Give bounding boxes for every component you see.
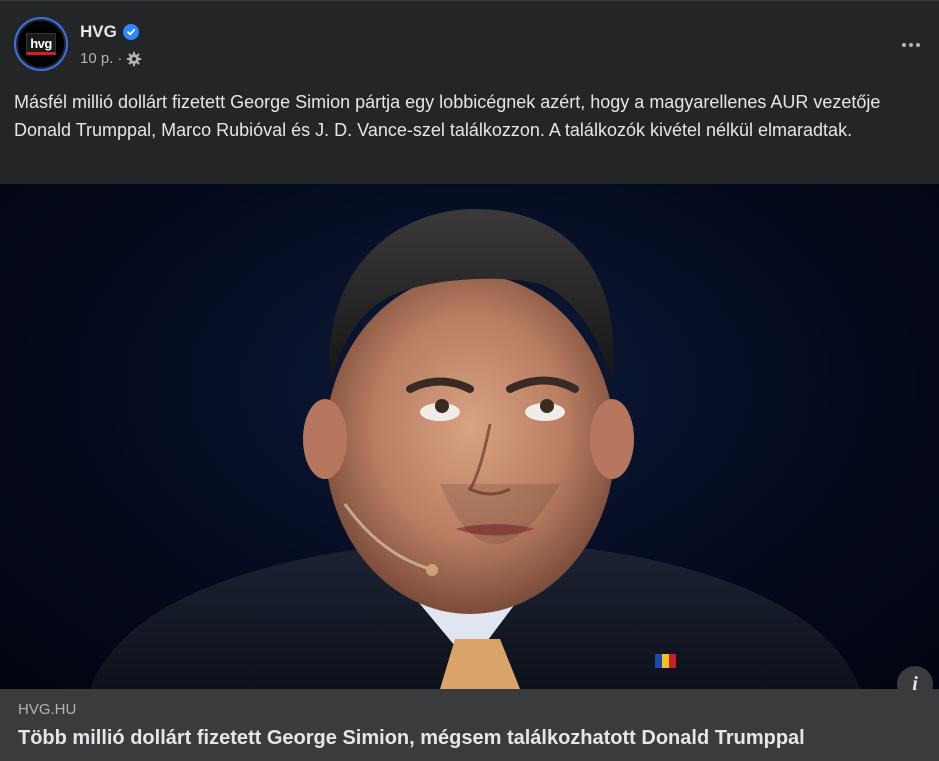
timestamp[interactable]: 10 p. bbox=[80, 50, 113, 67]
info-button[interactable]: i bbox=[897, 666, 933, 702]
post-header: hvg HVG 10 p. · bbox=[14, 17, 925, 73]
post-meta: 10 p. · bbox=[80, 50, 142, 67]
dot-icon bbox=[909, 43, 913, 47]
author-row: HVG bbox=[80, 22, 139, 42]
more-options-button[interactable] bbox=[897, 31, 925, 59]
hvg-logo: hvg bbox=[26, 33, 56, 55]
author-name[interactable]: HVG bbox=[80, 22, 117, 42]
verified-badge-icon bbox=[122, 24, 139, 40]
avatar-logo: hvg bbox=[16, 19, 66, 69]
avatar[interactable]: hvg bbox=[14, 17, 68, 71]
link-preview[interactable]: HVG.HU Több millió dollárt fizetett Geor… bbox=[0, 689, 939, 761]
portrait-image bbox=[90, 209, 860, 689]
facebook-post: hvg HVG 10 p. · Másfél millió dollárt fi… bbox=[0, 0, 939, 761]
link-title[interactable]: Több millió dollárt fizetett George Simi… bbox=[18, 727, 805, 750]
post-text: Másfél millió dollárt fizetett George Si… bbox=[14, 92, 881, 140]
dot-icon bbox=[916, 43, 920, 47]
link-domain: HVG.HU bbox=[18, 701, 77, 718]
dot-icon bbox=[902, 43, 906, 47]
hvg-logo-text: hvg bbox=[30, 35, 52, 51]
meta-separator: · bbox=[117, 50, 123, 67]
post-photo[interactable] bbox=[0, 184, 939, 689]
gear-icon[interactable] bbox=[126, 51, 142, 67]
